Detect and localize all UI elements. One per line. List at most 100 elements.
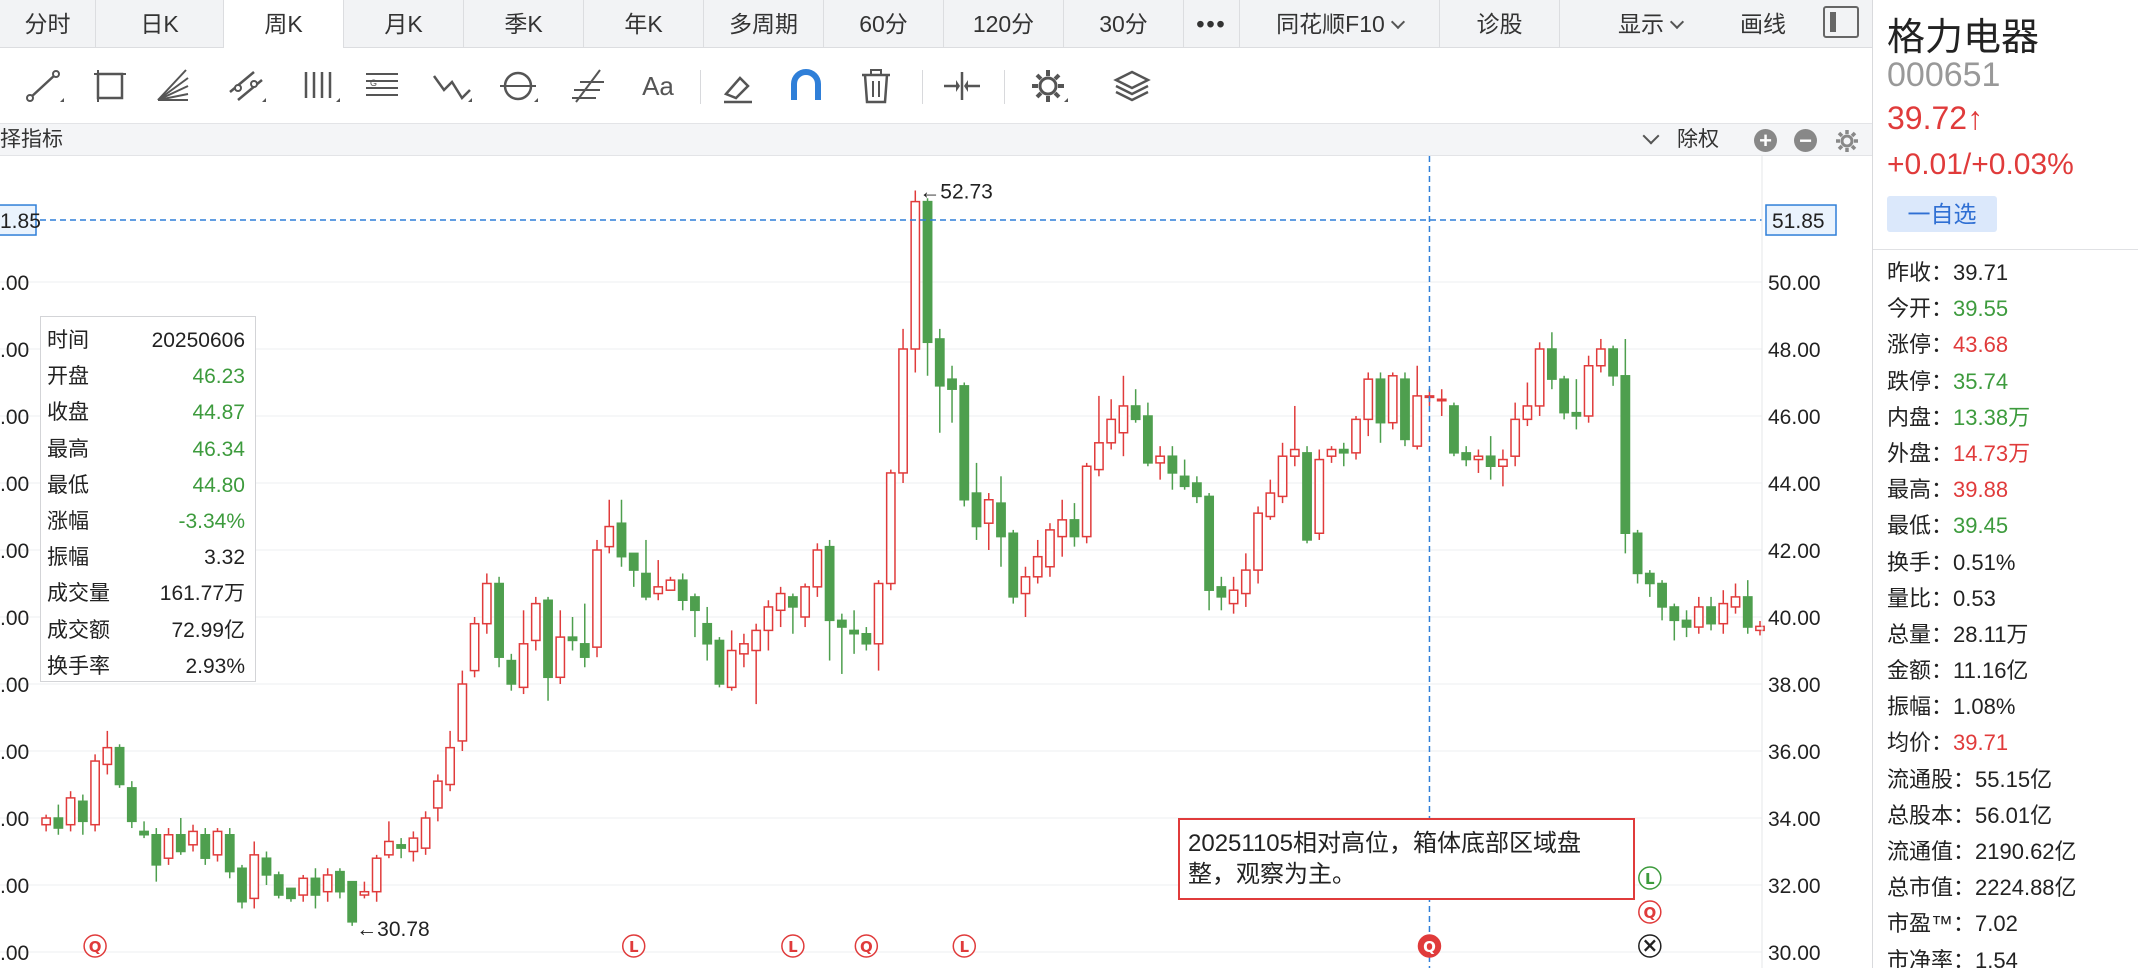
rectangle-tool-icon[interactable] — [88, 64, 132, 108]
tab-diagnose[interactable]: 诊股 — [1440, 0, 1560, 48]
fibonacci-tool-icon[interactable] — [566, 64, 610, 108]
y-axis-tick-label: 44.00 — [1768, 473, 1821, 496]
eraser-icon[interactable] — [716, 64, 760, 108]
candle-body-down — [641, 572, 651, 598]
gear-icon[interactable] — [1834, 128, 1860, 154]
candle-body-down — [1706, 606, 1716, 625]
tab-120min[interactable]: 120分 — [944, 0, 1064, 48]
tab-30min[interactable]: 30分 — [1064, 0, 1184, 48]
candle-body-down — [1742, 596, 1753, 628]
draw-line-button[interactable]: 画线 — [1740, 0, 1786, 48]
candle-body-down — [310, 877, 321, 896]
candle-body-up — [1228, 589, 1239, 605]
cycle-tool-icon[interactable] — [496, 64, 540, 108]
candle-body-up — [163, 834, 174, 859]
ohlc-value: 3.32 — [204, 546, 245, 570]
text-tool-button[interactable]: Aa — [632, 64, 684, 108]
channel-tool-icon[interactable] — [224, 64, 268, 108]
candle-body-up — [359, 890, 370, 896]
chevron-down-icon[interactable] — [1642, 127, 1660, 145]
gann-grid-tool-icon[interactable]: G — [360, 64, 404, 108]
line-segment-tool-icon[interactable] — [22, 64, 66, 108]
candle-body-down — [543, 599, 553, 679]
quote-value: 39.88 — [1953, 477, 2009, 503]
candle-body-down — [175, 834, 186, 853]
tab-monthly-k[interactable]: 月K — [344, 0, 464, 48]
quote-key: 昨收： — [1887, 260, 1954, 285]
quote-row: 流通股：55.15亿 — [1887, 762, 2137, 798]
tab-daily-k[interactable]: 日K — [96, 0, 224, 48]
candle-body-down — [690, 596, 700, 612]
candle-body-down — [1657, 582, 1667, 608]
quote-key: 总市值： — [1887, 875, 1976, 901]
quote-row: 总量：28.11万 — [1887, 617, 2137, 653]
trash-icon[interactable] — [854, 64, 898, 108]
candle-body-up — [604, 525, 615, 548]
quote-value: 7.02 — [1975, 911, 2018, 937]
quote-row: 流通值：2190.62亿 — [1887, 834, 2137, 870]
settings-gear-icon[interactable] — [1026, 64, 1070, 108]
crosshair-price-label: 51.85 — [1772, 210, 1825, 233]
quote-stats-list: 昨收：39.71 今开：39.55 涨停：43.68 跌停：35.74 内盘：13.38… — [1887, 255, 2137, 968]
quote-value: 0.53 — [1953, 585, 1996, 611]
tab-f10[interactable]: 同花顺F10 — [1240, 0, 1440, 48]
quote-key: 量比： — [1887, 585, 1954, 611]
candle-body-up — [1265, 492, 1276, 518]
candle-body-up — [469, 622, 480, 672]
quote-row: 今开：39.55 — [1887, 291, 2137, 327]
chart-annotation-note[interactable]: 20251105相对高位，箱体底部区域盘整，观察为主。 — [1178, 818, 1635, 900]
layers-icon[interactable] — [1110, 64, 1154, 108]
quote-panel: 格力电器 000651 39.72↑ +0.01/+0.03% 一自选 昨收：3… — [1872, 0, 2138, 968]
ohlc-row: 成交量 161.77万 — [47, 576, 245, 612]
tab-weekly-k[interactable]: 周K — [224, 0, 344, 48]
magnet-icon[interactable] — [784, 64, 828, 108]
sidebar-toggle-icon[interactable] — [1823, 6, 1859, 38]
quote-key: 最低： — [1887, 513, 1954, 539]
fan-line-tool-icon[interactable] — [150, 64, 194, 108]
indicator-bar: 择指标 除权 + − — [0, 124, 1872, 156]
candle-body-up — [1045, 529, 1055, 568]
quote-key: 换手： — [1887, 549, 1954, 575]
candle-body-down — [947, 378, 957, 390]
quote-value: 1.54 — [1975, 947, 2018, 968]
display-label: 显示 — [1618, 11, 1664, 37]
select-indicator-button[interactable]: 择指标 — [0, 124, 63, 156]
tab-multi-period[interactable]: 多周期 — [704, 0, 824, 48]
display-menu[interactable]: 显示 — [1618, 0, 1685, 48]
candle-body-down — [971, 492, 982, 528]
candle-body-down — [579, 643, 590, 658]
ex-rights-button[interactable]: 除权 — [1677, 124, 1719, 156]
tab-yearly-k[interactable]: 年K — [584, 0, 704, 48]
tab-60min[interactable]: 60分 — [824, 0, 944, 48]
quote-value: 0.51% — [1953, 549, 2016, 575]
kline-chart-area[interactable]: 51.85 1.85 ←52.73 ←30.78 30.00 .00 32.00 .00 34… — [0, 156, 1872, 968]
candle-body-down — [273, 874, 284, 896]
quote-key: 跌停： — [1887, 368, 1954, 394]
compress-width-icon[interactable] — [940, 64, 984, 108]
candle-body-up — [1094, 442, 1104, 471]
vertical-lines-tool-icon[interactable] — [298, 64, 342, 108]
zoom-in-icon[interactable]: + — [1754, 129, 1777, 152]
candle-body-up — [1118, 405, 1129, 434]
tab-minute[interactable]: 分时 — [0, 0, 96, 48]
quote-value: 28.11万 — [1953, 621, 2029, 647]
candle-body-down — [714, 639, 725, 685]
candle-body-up — [983, 499, 994, 524]
tab-quarterly-k[interactable]: 季K — [464, 0, 584, 48]
zoom-out-icon[interactable]: − — [1794, 129, 1817, 152]
quote-row: 金额：11.16亿 — [1887, 653, 2137, 689]
candle-body-down — [1620, 375, 1631, 534]
quote-value: 11.16亿 — [1953, 658, 2029, 684]
candle-body-down — [506, 659, 517, 685]
tab-more[interactable]: ••• — [1184, 0, 1240, 48]
remove-watchlist-button[interactable]: 一自选 — [1887, 196, 1997, 232]
toolbar-divider — [1004, 70, 1005, 104]
wave-tool-icon[interactable] — [430, 64, 474, 108]
candle-body-down — [922, 200, 933, 344]
candle-body-down — [849, 629, 860, 635]
quote-key: 总股本： — [1887, 802, 1976, 828]
candle-body-up — [481, 582, 492, 625]
candle-body-up — [1473, 455, 1484, 461]
candle-body-down — [1546, 348, 1557, 380]
signal-marker-label: × — [1641, 933, 1658, 957]
